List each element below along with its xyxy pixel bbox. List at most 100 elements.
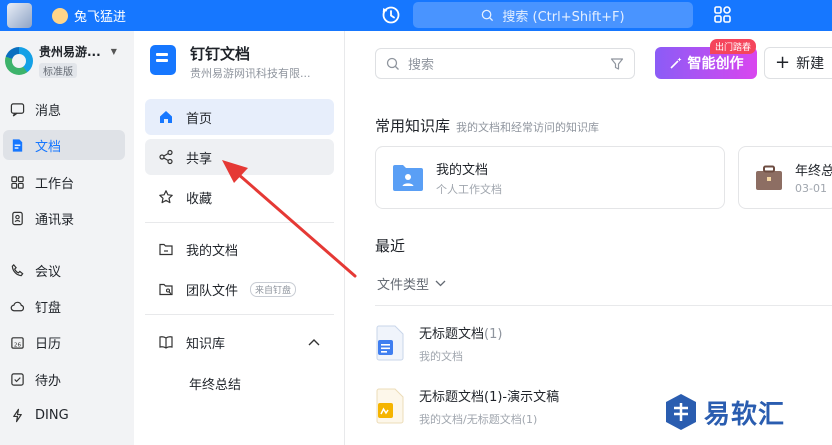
new-button-label: 新建 [796,56,825,72]
docs-nav-team-files[interactable]: 团队文件 来自钉盘 [145,271,334,307]
kb-card-title: 我的文档 [436,162,489,178]
nav-item-docs[interactable]: 文档 [3,130,125,160]
doc-icon [9,137,25,153]
folder-user-icon [393,164,423,191]
nav-item-label: 钉盘 [35,300,62,316]
plus-icon: + [775,52,791,73]
file-path: 我的文档 [419,349,463,363]
main-content: 搜索 智能创作 出门踏春 + 新建 常用知识库 我的文档和经常访问的知识库 我的文… [345,31,832,445]
docs-nav-label: 团队文件 [186,283,239,299]
app-sidebar: 贵州易游... ▼ 标准版 消息 文档 工作台 通讯录 会议 钉盘 26 日历 待… [0,31,134,445]
caret-down-icon: ▼ [110,47,117,56]
nav-item-label: 待办 [35,373,62,389]
watermark-logo-icon [666,394,696,430]
docs-nav-shared[interactable]: 共享 [145,139,334,175]
nav-item-messages[interactable]: 消息 [3,94,125,124]
docs-app-header: 钉钉文档 贵州易游网讯科技有限... [150,45,311,81]
nav-item-label: 文档 [35,139,62,155]
chevron-up-icon[interactable] [308,335,320,350]
apps-grid-icon[interactable] [712,4,734,26]
history-icon[interactable] [380,4,402,26]
new-button[interactable]: + 新建 [764,47,832,79]
book-icon [158,334,174,350]
kb-section-header: 常用知识库 我的文档和经常访问的知识库 [375,115,599,136]
file-type-label: 文件类型 [377,278,430,293]
message-icon [9,101,25,117]
nav-item-drive[interactable]: 钉盘 [3,291,125,321]
magic-wand-icon [669,57,681,69]
nav-item-workbench[interactable]: 工作台 [3,167,125,197]
nav-item-meeting[interactable]: 会议 [3,255,125,285]
search-icon [386,57,399,70]
recent-file-row[interactable]: 无标题文档(1)-演示文稿 我的文档/无标题文档(1) [375,385,559,427]
home-icon [158,109,174,125]
org-plan-badge: 标准版 [39,63,77,78]
docs-app-subtitle: 贵州易游网讯科技有限... [190,67,311,80]
cloud-icon [9,298,25,314]
docs-nav-favorites[interactable]: 收藏 [145,179,334,215]
title-tab[interactable]: 兔飞猛进 [52,4,126,27]
global-search-input[interactable]: 搜索 (Ctrl+Shift+F) [413,2,693,28]
nav-item-label: 日历 [35,336,62,352]
kb-section-title: 常用知识库 [375,117,451,135]
org-name: 贵州易游... [39,45,101,59]
kb-card[interactable]: 我的文档 个人工作文档 [375,146,725,209]
ai-create-label: 智能创作 [687,56,744,72]
document-file-icon [376,325,404,361]
docs-nav-knowledge-base[interactable]: 知识库 [145,324,334,360]
file-name: 无标题文档 [419,326,485,342]
nav-item-calendar[interactable]: 26 日历 [3,327,125,357]
title-bar: 兔飞猛进 搜索 (Ctrl+Shift+F) [0,0,832,31]
kb-section-subtitle: 我的文档和经常访问的知识库 [456,121,600,134]
docs-nav-label: 收藏 [186,191,213,207]
briefcase-icon [756,165,782,190]
site-watermark: 易软汇 [664,393,785,431]
nav-item-contacts[interactable]: 通讯录 [3,203,125,233]
org-switcher[interactable]: 贵州易游... ▼ 标准版 [5,43,117,79]
svg-text:26: 26 [13,342,21,348]
nav-item-label: 消息 [35,103,62,119]
docs-sidebar: 钉钉文档 贵州易游网讯科技有限... 首页 共享 收藏 我的文档 团队文件 来自… [134,31,345,445]
file-path-suffix: (1) [521,412,538,426]
nav-item-todo[interactable]: 待办 [3,364,125,394]
contacts-icon [9,210,25,226]
knowledge-base-item[interactable]: 年终总结 [189,374,241,393]
kb-card-subtitle: 个人工作文档 [436,182,502,196]
team-folder-icon [158,281,174,297]
docs-nav-my-docs[interactable]: 我的文档 [145,231,334,267]
ding-icon [9,407,25,423]
recent-divider [375,305,832,306]
kb-card-title: 年终总 [795,164,832,179]
kb-card[interactable]: 年终总 03-01 [738,146,832,209]
file-name-suffix: (1) [484,326,503,342]
file-type-filter[interactable]: 文件类型 [377,274,446,293]
nav-item-label: 通讯录 [35,212,75,228]
global-search-placeholder: 搜索 (Ctrl+Shift+F) [502,9,625,25]
docs-nav-label: 首页 [186,111,213,127]
recent-section-title: 最近 [375,237,406,255]
docs-app-title: 钉钉文档 [190,45,251,63]
docs-nav-label: 知识库 [186,336,226,352]
nav-item-label: 工作台 [35,176,75,192]
docs-nav-home[interactable]: 首页 [145,99,334,135]
calendar-icon: 26 [9,334,25,350]
source-tag: 来自钉盘 [250,281,297,297]
chevron-down-icon [435,280,446,287]
docs-nav-label: 共享 [186,151,213,167]
grid-icon [9,174,25,190]
promo-badge: 出门踏春 [710,39,757,54]
org-logo [5,47,33,75]
todo-icon [9,371,25,387]
recent-file-row[interactable]: 无标题文档(1) 我的文档 [375,322,502,364]
slides-file-icon [376,388,404,424]
docs-search-input[interactable]: 搜索 [375,48,635,79]
docs-nav-divider [145,222,334,223]
watermark-text: 易软汇 [704,399,786,430]
nav-item-ding[interactable]: DING [3,400,125,430]
user-avatar[interactable] [7,3,32,28]
file-name: 无标题文档(1)-演示文稿 [419,389,560,405]
folder-icon [158,241,174,257]
file-path: 我的文档/无标题文档 [419,412,522,426]
nav-item-label: DING [35,407,69,423]
filter-icon[interactable] [610,57,624,71]
